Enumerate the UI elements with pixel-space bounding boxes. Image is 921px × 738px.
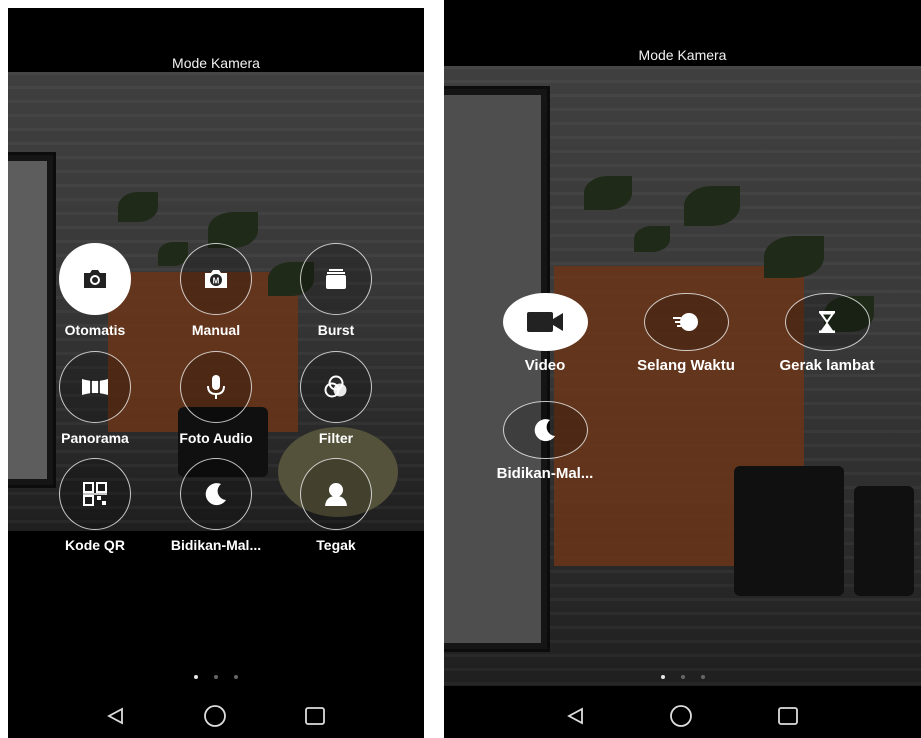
mode-panorama[interactable]: Panorama xyxy=(45,351,145,446)
qr-code-icon xyxy=(83,482,107,506)
mode-bidikan-malam[interactable]: Bidikan-Mal... xyxy=(475,401,615,482)
mode-tegak[interactable]: Tegak xyxy=(286,458,386,553)
mode-filter[interactable]: Filter xyxy=(286,351,386,446)
mode-bidikan-malam[interactable]: Bidikan-Mal... xyxy=(166,458,266,553)
page-dot[interactable] xyxy=(680,675,685,679)
recents-icon[interactable] xyxy=(777,706,799,726)
video-icon xyxy=(527,312,563,332)
mode-manual[interactable]: M Manual xyxy=(166,243,266,338)
camera-preview-background xyxy=(444,66,921,686)
mode-label: Filter xyxy=(318,430,354,446)
mode-label: Bidikan-Mal... xyxy=(170,537,262,553)
mode-video[interactable]: Video xyxy=(475,293,615,374)
mode-otomatis[interactable]: Otomatis xyxy=(45,243,145,338)
burst-icon xyxy=(326,269,346,289)
mode-label: Kode QR xyxy=(65,537,125,553)
panorama-icon xyxy=(82,379,108,395)
mode-label: Burst xyxy=(317,322,355,338)
home-icon[interactable] xyxy=(203,704,227,728)
camera-mode-screen-1: Mode Kamera Otomatis M Manual Burst Pano… xyxy=(8,8,424,738)
moon-icon xyxy=(534,419,555,442)
navigation-bar xyxy=(8,696,424,736)
navigation-bar xyxy=(444,696,921,736)
page-title: Mode Kamera xyxy=(172,55,260,71)
hourglass-icon xyxy=(819,311,835,333)
manual-camera-icon: M xyxy=(205,270,227,288)
mode-label: Foto Audio xyxy=(179,430,253,446)
page-dot[interactable] xyxy=(234,675,238,679)
page-dot[interactable] xyxy=(700,675,705,679)
mode-label: Manual xyxy=(191,322,241,338)
page-title: Mode Kamera xyxy=(638,47,727,63)
moon-icon xyxy=(205,483,226,506)
back-icon[interactable] xyxy=(106,706,126,726)
timelapse-icon xyxy=(673,313,698,331)
microphone-icon xyxy=(207,375,225,399)
camera-icon xyxy=(84,270,106,288)
page-indicator xyxy=(8,675,424,679)
mode-label: Bidikan-Mal... xyxy=(496,465,594,482)
recents-icon[interactable] xyxy=(304,706,326,726)
svg-text:M: M xyxy=(213,277,220,286)
camera-mode-screen-2: Mode Kamera Video Selang Waktu Gerak lam… xyxy=(444,0,921,738)
mode-burst[interactable]: Burst xyxy=(286,243,386,338)
mode-label: Video xyxy=(524,357,566,374)
back-icon[interactable] xyxy=(566,706,586,726)
page-dot[interactable] xyxy=(660,675,665,679)
mode-label: Panorama xyxy=(61,430,129,446)
mode-label: Otomatis xyxy=(64,322,126,338)
portrait-icon xyxy=(325,483,347,506)
mode-gerak-lambat[interactable]: Gerak lambat xyxy=(757,293,897,374)
home-icon[interactable] xyxy=(669,704,693,728)
page-indicator xyxy=(444,675,921,679)
mode-label: Tegak xyxy=(316,537,356,553)
mode-foto-audio[interactable]: Foto Audio xyxy=(166,351,266,446)
page-dot[interactable] xyxy=(194,675,198,679)
mode-kode-qr[interactable]: Kode QR xyxy=(45,458,145,553)
mode-label: Selang Waktu xyxy=(637,357,735,374)
filter-icon xyxy=(324,375,347,398)
page-dot[interactable] xyxy=(214,675,218,679)
mode-label: Gerak lambat xyxy=(779,357,875,374)
mode-selang-waktu[interactable]: Selang Waktu xyxy=(616,293,756,374)
